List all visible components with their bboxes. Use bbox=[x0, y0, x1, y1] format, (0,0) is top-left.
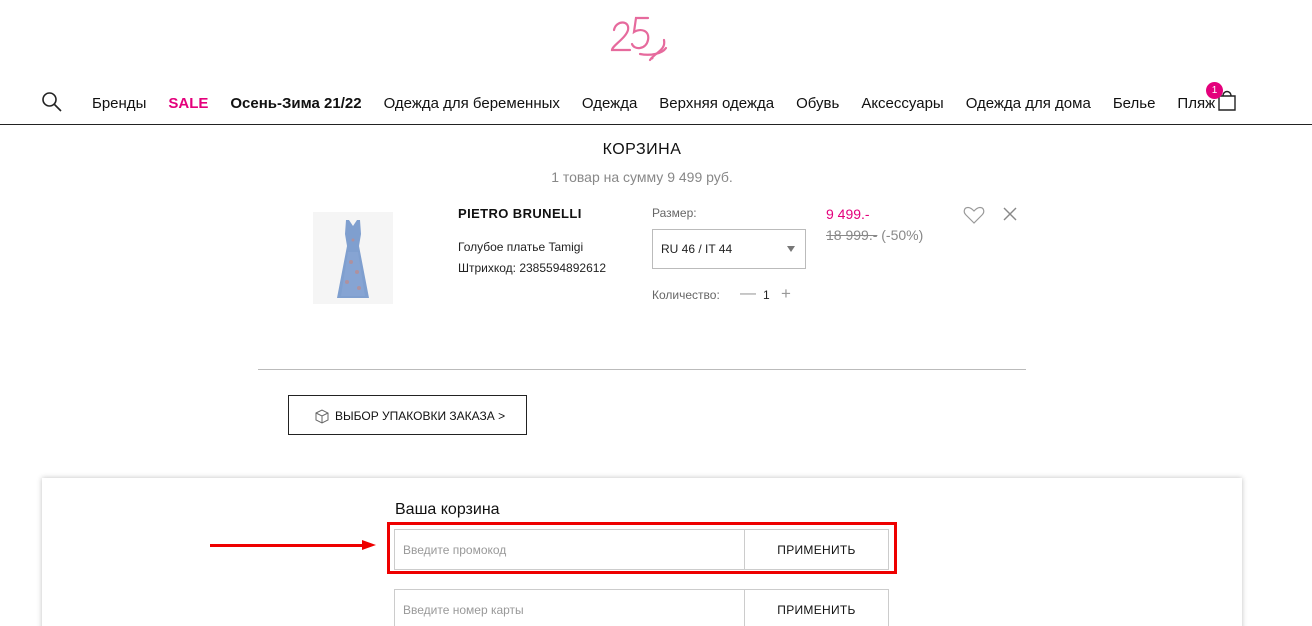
product-brand[interactable]: PIETRO BRUNELLI bbox=[458, 206, 582, 221]
quantity-decrease-button[interactable]: — bbox=[740, 285, 756, 302]
packaging-button-label: ВЫБОР УПАКОВКИ ЗАКАЗА > bbox=[335, 409, 506, 423]
card-number-input[interactable]: Введите номер карты bbox=[394, 589, 745, 626]
nav-item-sale[interactable]: SALE bbox=[168, 95, 208, 112]
product-image[interactable] bbox=[313, 212, 393, 304]
nav-item-brands[interactable]: Бренды bbox=[92, 95, 146, 112]
card-apply-button[interactable]: ПРИМЕНИТЬ bbox=[745, 589, 889, 626]
nav-item-lingerie[interactable]: Белье bbox=[1113, 95, 1156, 112]
cart-summary: 1 товар на сумму 9 499 руб. bbox=[551, 169, 733, 185]
product-name: Голубое платье Tamigi bbox=[458, 240, 584, 254]
price-old: 18 999.- bbox=[826, 227, 878, 243]
price-current: 9 499.- bbox=[826, 206, 870, 222]
size-select[interactable]: RU 46 / IT 44 bbox=[652, 229, 806, 269]
close-icon[interactable] bbox=[1002, 206, 1018, 222]
logo-icon[interactable] bbox=[606, 10, 672, 66]
annotation-arrow-line bbox=[210, 544, 368, 547]
nav-item-shoes[interactable]: Обувь bbox=[796, 95, 839, 112]
quantity-increase-button[interactable]: + bbox=[779, 284, 793, 303]
packaging-button[interactable]: ВЫБОР УПАКОВКИ ЗАКАЗА > bbox=[288, 395, 527, 435]
nav-item-accessories[interactable]: Аксессуары bbox=[861, 95, 943, 112]
annotation-arrow-icon bbox=[362, 540, 376, 550]
box-icon bbox=[315, 409, 329, 424]
quantity-value: 1 bbox=[763, 288, 770, 302]
size-label: Размер: bbox=[652, 206, 697, 220]
size-select-value: RU 46 / IT 44 bbox=[661, 242, 733, 256]
price-old-block: 18 999.- (-50%) bbox=[826, 227, 923, 243]
nav-item-maternity[interactable]: Одежда для беременных bbox=[384, 95, 560, 112]
main-nav: Бренды SALE Осень-Зима 21/22 Одежда для … bbox=[0, 82, 1312, 125]
nav-item-homewear[interactable]: Одежда для дома bbox=[966, 95, 1091, 112]
heart-icon[interactable] bbox=[963, 206, 985, 224]
chevron-down-icon bbox=[787, 246, 795, 252]
nav-item-outerwear[interactable]: Верхняя одежда bbox=[659, 95, 774, 112]
page-title: КОРЗИНА bbox=[602, 141, 682, 158]
search-icon[interactable] bbox=[40, 90, 64, 114]
divider bbox=[258, 369, 1026, 370]
annotation-highlight-box bbox=[387, 522, 897, 574]
product-barcode: Штрихкод: 2385594892612 bbox=[458, 261, 607, 275]
nav-item-clothing[interactable]: Одежда bbox=[582, 95, 637, 112]
discount-percent: (-50%) bbox=[881, 227, 924, 243]
quantity-label: Количество: bbox=[652, 288, 720, 302]
nav-item-autumn-winter[interactable]: Осень-Зима 21/22 bbox=[230, 95, 361, 112]
panel-title: Ваша корзина bbox=[395, 501, 500, 518]
nav-menu: Бренды SALE Осень-Зима 21/22 Одежда для … bbox=[92, 95, 1237, 112]
cart-count-badge: 1 bbox=[1206, 82, 1223, 99]
